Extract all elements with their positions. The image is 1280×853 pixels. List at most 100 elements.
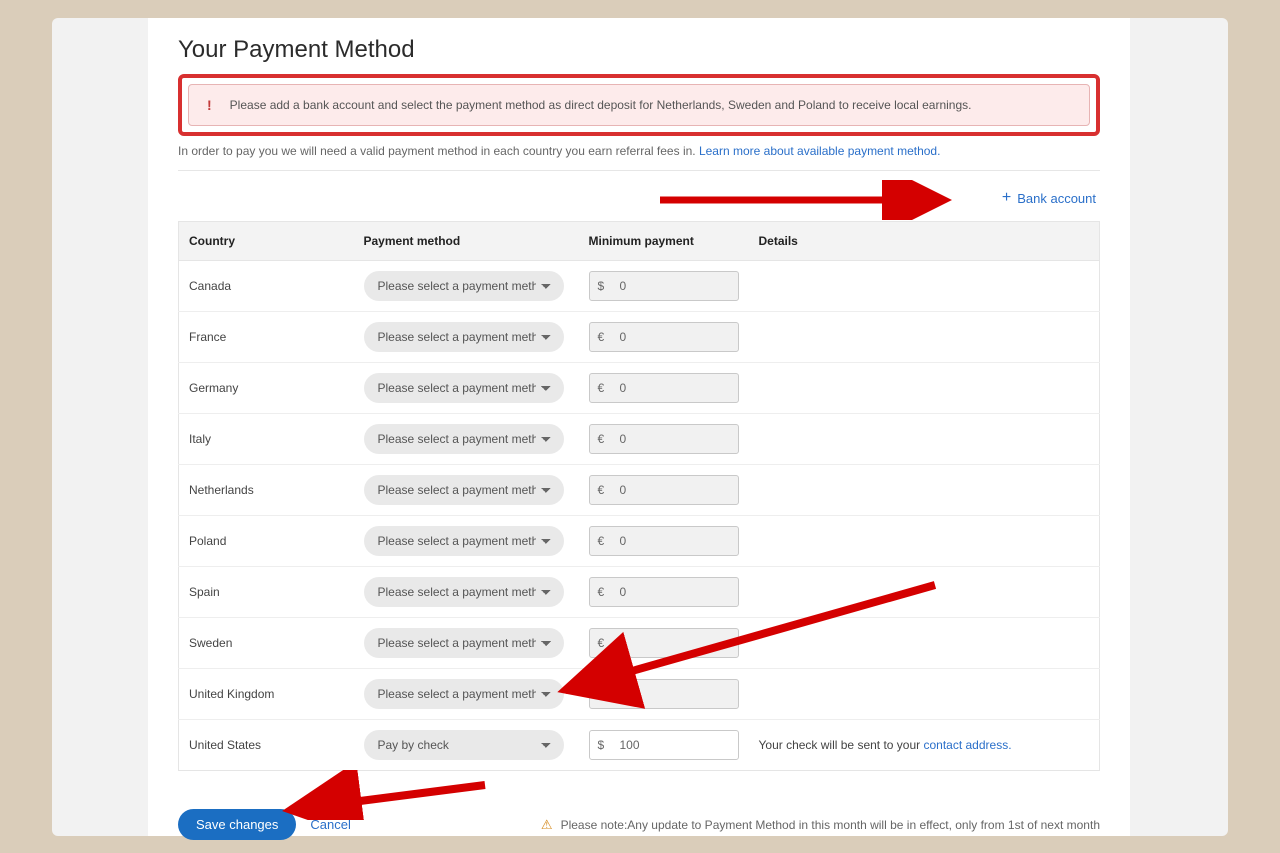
country-cell: France <box>179 312 354 363</box>
details-cell <box>749 567 1100 618</box>
country-cell: Sweden <box>179 618 354 669</box>
min-payment-cell: €0 <box>579 567 749 618</box>
country-cell: Poland <box>179 516 354 567</box>
save-button[interactable]: Save changes <box>178 809 296 840</box>
payment-method-select[interactable]: Pay by check <box>364 730 564 760</box>
min-payment-value: 0 <box>620 585 730 599</box>
contact-address-link[interactable]: contact address. <box>923 738 1011 752</box>
payment-method-select[interactable]: Please select a payment method <box>364 373 564 403</box>
alert-text: Please add a bank account and select the… <box>230 98 972 112</box>
currency-symbol: € <box>598 381 612 395</box>
method-cell: Please select a payment method <box>354 363 579 414</box>
plus-icon: + <box>1002 189 1011 207</box>
min-payment-cell: $0 <box>579 261 749 312</box>
method-cell: Please select a payment method <box>354 465 579 516</box>
table-row: Netherlands Please select a payment metho… <box>179 465 1100 516</box>
country-cell: United Kingdom <box>179 669 354 720</box>
exclamation-icon: ! <box>207 97 212 113</box>
alert-highlight-box: ! Please add a bank account and select t… <box>178 74 1100 136</box>
details-cell <box>749 363 1100 414</box>
payment-method-select[interactable]: Please select a payment method <box>364 577 564 607</box>
country-cell: United States <box>179 720 354 771</box>
section-divider <box>178 170 1100 171</box>
currency-symbol: $ <box>598 738 612 752</box>
payment-method-panel: Your Payment Method ! Please add a bank … <box>148 18 1130 836</box>
min-payment-value: 0 <box>620 279 730 293</box>
info-prefix: In order to pay you we will need a valid… <box>178 144 699 158</box>
min-payment-cell: €0 <box>579 465 749 516</box>
currency-symbol: € <box>598 585 612 599</box>
header-country: Country <box>179 222 354 261</box>
min-payment-value: 0 <box>620 381 730 395</box>
header-min: Minimum payment <box>579 222 749 261</box>
add-bank-account-label: Bank account <box>1017 191 1096 206</box>
details-cell <box>749 312 1100 363</box>
country-cell: Germany <box>179 363 354 414</box>
method-cell: Please select a payment method <box>354 669 579 720</box>
table-row: CanadaPlease select a payment method$0 <box>179 261 1100 312</box>
details-text: Your check will be sent to your <box>759 738 924 752</box>
min-payment-value: 0 <box>620 687 730 701</box>
details-cell <box>749 414 1100 465</box>
footer-note-text: Please note:Any update to Payment Method… <box>561 818 1100 832</box>
currency-symbol: € <box>598 432 612 446</box>
min-payment-cell: $100 <box>579 720 749 771</box>
payment-method-table: Country Payment method Minimum payment D… <box>178 221 1100 771</box>
min-payment-value: 0 <box>620 330 730 344</box>
currency-symbol: € <box>598 636 612 650</box>
method-cell: Pay by check <box>354 720 579 771</box>
info-text: In order to pay you we will need a valid… <box>178 144 1100 158</box>
min-payment-input[interactable]: £0 <box>589 679 739 709</box>
payment-method-select[interactable]: Please select a payment method <box>364 424 564 454</box>
min-payment-input[interactable]: $0 <box>589 271 739 301</box>
min-payment-input[interactable]: €0 <box>589 526 739 556</box>
min-payment-cell: €0 <box>579 516 749 567</box>
country-cell: Netherlands <box>179 465 354 516</box>
min-payment-input[interactable]: $100 <box>589 730 739 760</box>
add-bank-account-link[interactable]: + Bank account <box>1002 189 1096 207</box>
min-payment-cell: €0 <box>579 618 749 669</box>
min-payment-cell: €0 <box>579 414 749 465</box>
min-payment-cell: €0 <box>579 363 749 414</box>
min-payment-value: 0 <box>620 534 730 548</box>
min-payment-input[interactable]: €0 <box>589 577 739 607</box>
method-cell: Please select a payment method <box>354 567 579 618</box>
learn-more-link[interactable]: Learn more about available payment metho… <box>699 144 940 158</box>
payment-method-select[interactable]: Please select a payment method <box>364 679 564 709</box>
alert-banner: ! Please add a bank account and select t… <box>188 84 1090 126</box>
table-row: Germany Please select a payment method €0 <box>179 363 1100 414</box>
payment-method-select[interactable]: Please select a payment method <box>364 628 564 658</box>
min-payment-input[interactable]: €0 <box>589 424 739 454</box>
min-payment-input[interactable]: €0 <box>589 628 739 658</box>
header-details: Details <box>749 222 1100 261</box>
table-row: United Kingdom Please select a payment me… <box>179 669 1100 720</box>
payment-method-select[interactable]: Please select a payment method <box>364 526 564 556</box>
method-cell: Please select a payment method <box>354 414 579 465</box>
table-row: Spain Please select a payment method €0 <box>179 567 1100 618</box>
method-cell: Please select a payment method <box>354 261 579 312</box>
details-cell <box>749 465 1100 516</box>
currency-symbol: € <box>598 483 612 497</box>
payment-method-select[interactable]: Please select a payment method <box>364 271 564 301</box>
min-payment-cell: €0 <box>579 312 749 363</box>
currency-symbol: $ <box>598 279 612 293</box>
footer-row: Save changes Cancel ⚠ Please note:Any up… <box>178 809 1100 840</box>
min-payment-cell: £0 <box>579 669 749 720</box>
cancel-link[interactable]: Cancel <box>310 817 350 832</box>
footer-note: ⚠ Please note:Any update to Payment Meth… <box>541 817 1100 833</box>
payment-method-select[interactable]: Please select a payment method <box>364 322 564 352</box>
currency-symbol: £ <box>598 687 612 701</box>
min-payment-value: 100 <box>620 738 730 752</box>
method-cell: Please select a payment method <box>354 618 579 669</box>
min-payment-input[interactable]: €0 <box>589 373 739 403</box>
min-payment-input[interactable]: €0 <box>589 475 739 505</box>
payment-method-select[interactable]: Please select a payment method <box>364 475 564 505</box>
details-cell: Your check will be sent to your contact … <box>749 720 1100 771</box>
min-payment-value: 0 <box>620 483 730 497</box>
table-row: Poland Please select a payment method €0 <box>179 516 1100 567</box>
page-title: Your Payment Method <box>178 36 1100 64</box>
min-payment-input[interactable]: €0 <box>589 322 739 352</box>
details-cell <box>749 261 1100 312</box>
country-cell: Spain <box>179 567 354 618</box>
table-row: France Please select a payment method €0 <box>179 312 1100 363</box>
